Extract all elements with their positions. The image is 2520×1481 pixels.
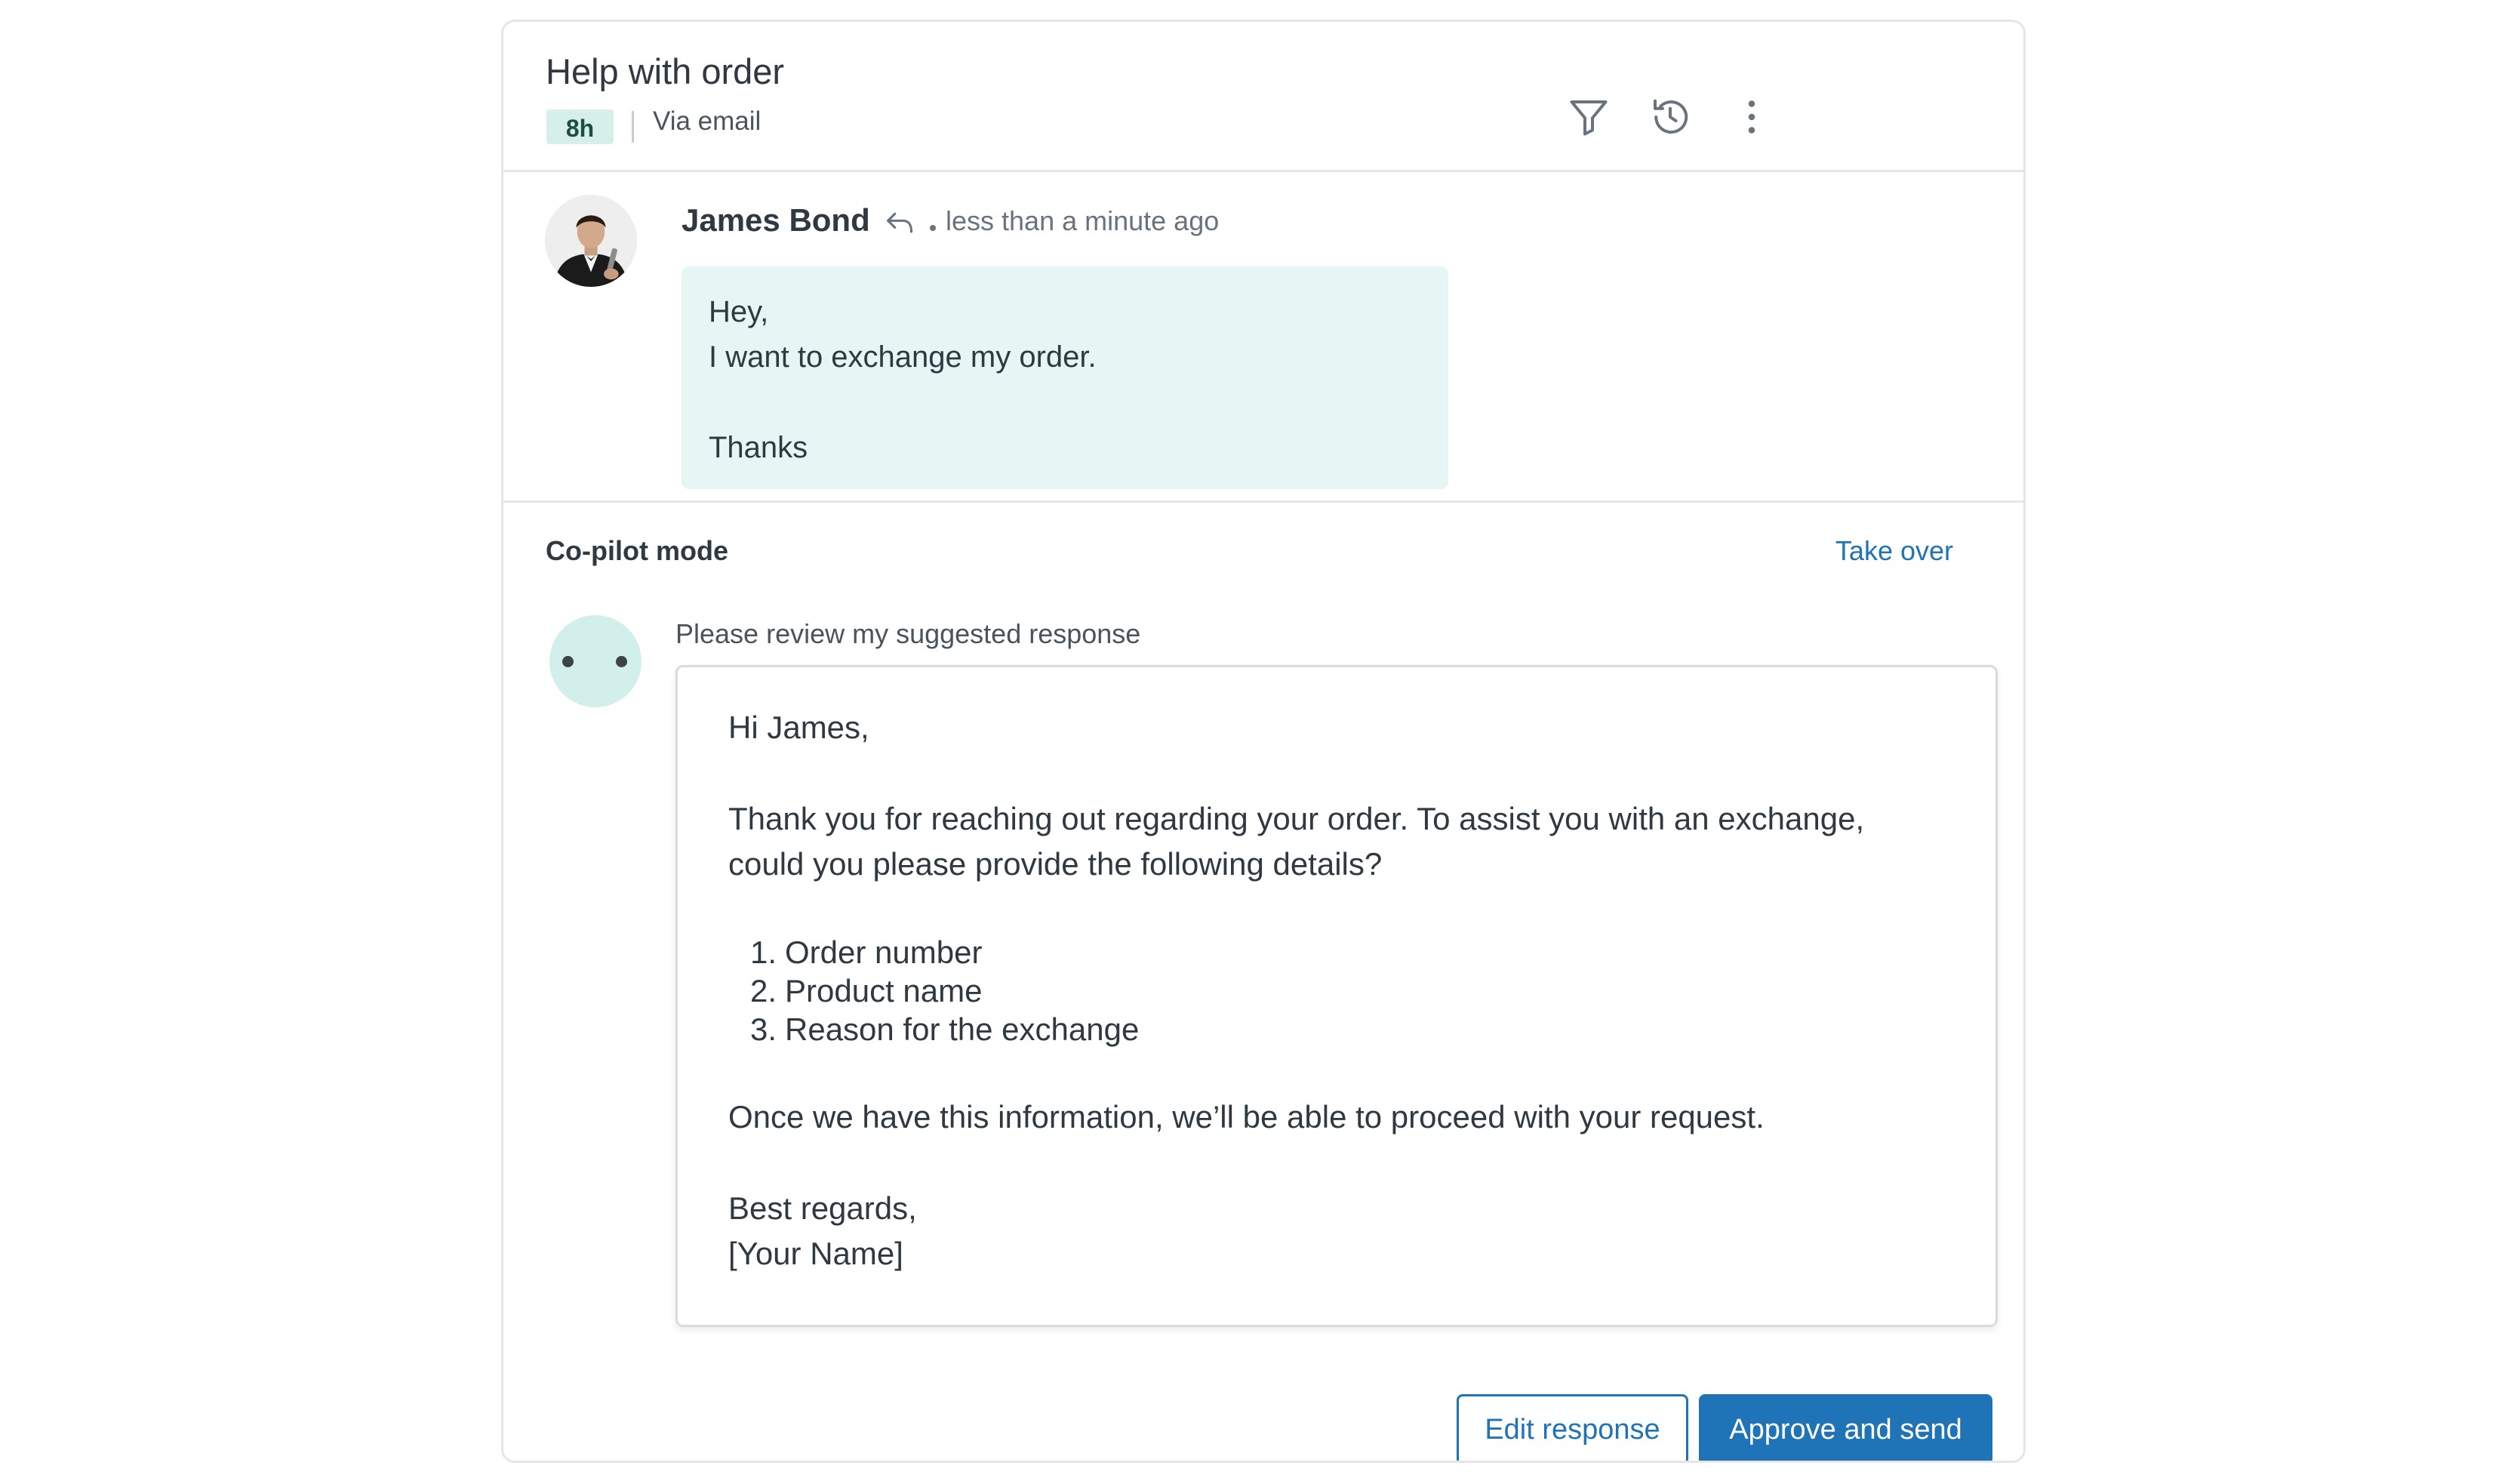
channel-label: Via email	[653, 106, 762, 136]
ticket-header: Help with order 8h Via email	[503, 22, 2023, 172]
suggested-response[interactable]: Hi James, Thank you for reaching out reg…	[675, 665, 1998, 1327]
bot-eye-right	[616, 656, 627, 667]
bot-eye-left	[562, 656, 574, 667]
message-line: I want to exchange my order.	[709, 340, 1097, 374]
message-timestamp: less than a minute ago	[946, 205, 1220, 236]
ticket-title: Help with order	[546, 51, 785, 91]
filter-icon[interactable]	[1566, 94, 1611, 140]
avatar	[545, 195, 637, 287]
copilot-mode-label: Co-pilot mode	[546, 535, 728, 566]
response-signature: [Your Name]	[728, 1236, 903, 1271]
approve-and-send-button[interactable]: Approve and send	[1699, 1394, 1992, 1461]
reply-icon	[884, 208, 917, 239]
message-bubble: Hey, I want to exchange my order. Thanks	[682, 266, 1448, 489]
meta-separator	[930, 225, 936, 231]
header-divider	[632, 111, 634, 143]
message-line: Hey,	[709, 295, 769, 328]
history-icon[interactable]	[1648, 94, 1693, 140]
author-name[interactable]: James Bond	[682, 202, 870, 239]
message-line: Thanks	[709, 431, 808, 464]
response-greeting: Hi James,	[728, 710, 869, 745]
customer-message: James Bond less than a minute ago Hey, I…	[503, 172, 2023, 503]
bot-avatar	[549, 615, 642, 707]
response-closing: Best regards,	[728, 1190, 917, 1226]
more-vertical-icon[interactable]	[1729, 94, 1774, 140]
age-badge: 8h	[546, 109, 614, 144]
response-paragraph: Once we have this information, we’ll be …	[728, 1099, 1765, 1135]
review-prompt: Please review my suggested response	[675, 618, 1141, 649]
edit-response-button[interactable]: Edit response	[1457, 1394, 1688, 1461]
list-item: 2. Product name	[749, 973, 983, 1008]
message-line	[709, 380, 1421, 425]
take-over-link[interactable]: Take over	[1835, 535, 1953, 567]
list-item: 1. Order number	[749, 934, 983, 970]
ticket-card: Help with order 8h Via email James Bond …	[501, 20, 2026, 1463]
details-list: 1. Order number 2. Product name 3. Reason f…	[728, 933, 1945, 1048]
response-paragraph: Thank you for reaching out regarding you…	[728, 801, 1865, 882]
list-item: 3. Reason for the exchange	[749, 1011, 1140, 1047]
